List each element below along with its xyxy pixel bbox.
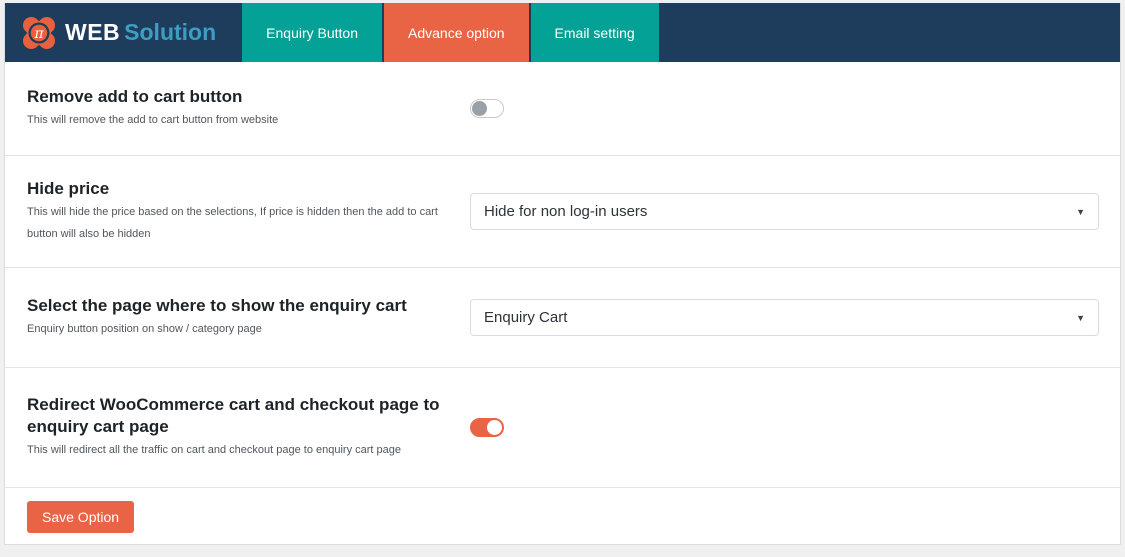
setting-description: This will hide the price based on the se… <box>27 206 438 241</box>
tab-email-setting[interactable]: Email setting <box>530 3 659 62</box>
setting-title: Remove add to cart button <box>27 86 243 106</box>
setting-row-hide-price: Hide price This will hide the price base… <box>5 156 1120 268</box>
advance-option-panel: Remove add to cart button This will remo… <box>5 62 1120 544</box>
tab-bar: Enquiry Button Advance option Email sett… <box>242 3 661 62</box>
setting-text-block: Hide price This will hide the price base… <box>5 178 470 245</box>
tab-advance-option[interactable]: Advance option <box>384 3 529 62</box>
toggle-knob <box>472 101 487 116</box>
save-option-button[interactable]: Save Option <box>27 501 135 533</box>
setting-control-block <box>470 99 1120 118</box>
setting-description: Enquiry button position on show / catego… <box>27 323 262 336</box>
svg-text:π: π <box>33 26 44 42</box>
dropdown-arrow-icon: ▼ <box>1076 206 1085 217</box>
setting-description: This will redirect all the traffic on ca… <box>27 444 401 457</box>
setting-control-block: Hide for non log-in users ▼ <box>470 193 1120 230</box>
setting-control-block: Enquiry Cart ▼ <box>470 299 1120 336</box>
save-row: Save Option <box>5 488 1120 544</box>
setting-row-enquiry-cart-page: Select the page where to show the enquir… <box>5 268 1120 368</box>
setting-title: Hide price <box>27 178 110 198</box>
brand-title-bold: WEB <box>65 19 121 45</box>
redirect-cart-checkout-toggle[interactable] <box>470 418 504 437</box>
setting-row-remove-add-to-cart: Remove add to cart button This will remo… <box>5 62 1120 156</box>
setting-text-block: Select the page where to show the enquir… <box>5 295 470 340</box>
setting-text-block: Remove add to cart button This will remo… <box>5 86 470 131</box>
toggle-knob <box>487 420 502 435</box>
plugin-header: π WEB Solution Enquiry Button Advance op… <box>5 3 1120 62</box>
pi-x-logo-icon: π <box>22 16 56 49</box>
brand-logo: π WEB Solution <box>5 3 242 62</box>
selected-option-label: Enquiry Cart <box>484 309 568 326</box>
selected-option-label: Hide for non log-in users <box>484 203 648 220</box>
setting-description: This will remove the add to cart button … <box>27 114 279 127</box>
settings-card: π WEB Solution Enquiry Button Advance op… <box>4 3 1121 545</box>
brand-title-light: Solution <box>124 19 217 45</box>
hide-price-select[interactable]: Hide for non log-in users ▼ <box>470 193 1099 230</box>
remove-add-to-cart-toggle[interactable] <box>470 99 504 118</box>
setting-text-block: Redirect WooCommerce cart and checkout p… <box>5 394 470 461</box>
setting-row-redirect-cart-checkout: Redirect WooCommerce cart and checkout p… <box>5 368 1120 488</box>
tab-enquiry-button[interactable]: Enquiry Button <box>242 3 382 62</box>
enquiry-cart-page-select[interactable]: Enquiry Cart ▼ <box>470 299 1099 336</box>
setting-title: Select the page where to show the enquir… <box>27 295 407 315</box>
setting-control-block <box>470 418 1120 437</box>
setting-title: Redirect WooCommerce cart and checkout p… <box>27 394 440 436</box>
dropdown-arrow-icon: ▼ <box>1076 312 1085 323</box>
